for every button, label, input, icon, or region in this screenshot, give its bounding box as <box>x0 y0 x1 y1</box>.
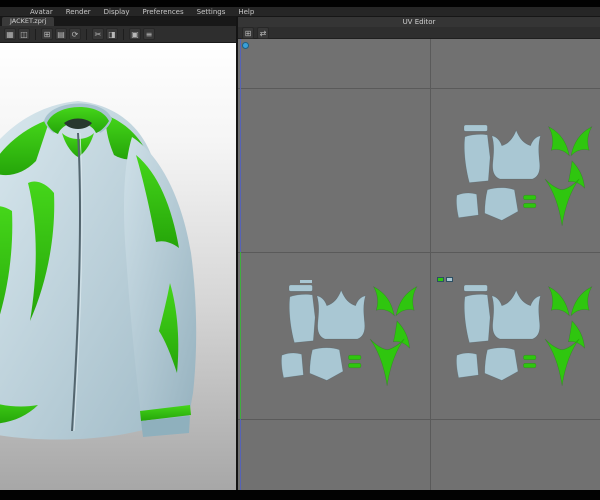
uv-toolbar: ⊞ ⇄ <box>238 26 600 39</box>
menu-bar: Avatar Render Display Preferences Settin… <box>0 7 600 17</box>
application-window: Avatar Render Display Preferences Settin… <box>0 0 600 500</box>
uv-pattern-set[interactable] <box>262 285 424 411</box>
uv-pattern-set[interactable] <box>437 285 599 411</box>
menu-render[interactable]: Render <box>66 7 91 17</box>
toolbar-separator <box>123 28 124 40</box>
green-swatch <box>437 277 444 282</box>
menu-display[interactable]: Display <box>104 7 130 17</box>
toolbar-icon-4[interactable]: ▤ <box>55 28 67 40</box>
toolbar-icon-6[interactable]: ✂ <box>92 28 104 40</box>
uv-swap-icon[interactable]: ⇄ <box>257 26 269 39</box>
left-pane: JACKET.zprj ▦ ◫ ⊞ ▤ ⟳ ✂ ◨ ▣ ≡ <box>0 17 236 490</box>
uv-gridline-h <box>238 88 600 89</box>
uv-gridline-v <box>430 39 431 490</box>
menu-avatar[interactable]: Avatar <box>30 7 53 17</box>
menu-help[interactable]: Help <box>238 7 254 17</box>
uv-pattern-set[interactable] <box>437 125 599 251</box>
window-bottom-strip <box>0 490 600 500</box>
document-tab-bar: JACKET.zprj <box>0 17 236 26</box>
uv-canvas[interactable] <box>238 39 600 490</box>
toolbar-icon-7[interactable]: ◨ <box>106 28 118 40</box>
toolbar-icon-9[interactable]: ≡ <box>143 28 155 40</box>
uv-gridline-h <box>238 419 600 420</box>
toolbar-icon-1[interactable]: ▦ <box>4 28 16 40</box>
3d-viewport[interactable] <box>0 43 236 490</box>
toolbar-icon-5[interactable]: ⟳ <box>69 28 81 40</box>
uv-small-piece <box>300 280 312 283</box>
toolbar-separator <box>86 28 87 40</box>
toolbar-icon-2[interactable]: ◫ <box>18 28 30 40</box>
main-toolbar: ▦ ◫ ⊞ ▤ ⟳ ✂ ◨ ▣ ≡ <box>0 26 236 43</box>
jacket-3d-model <box>0 101 197 440</box>
menu-settings[interactable]: Settings <box>197 7 226 17</box>
uv-selection-swatches <box>437 277 453 282</box>
blue-swatch <box>446 277 453 282</box>
uv-origin-marker <box>242 42 249 49</box>
menu-preferences[interactable]: Preferences <box>142 7 183 17</box>
uv-gridline-h <box>238 252 600 253</box>
uv-grid-icon[interactable]: ⊞ <box>242 26 254 39</box>
uv-editor-pane: UV Editor ⊞ ⇄ <box>238 17 600 490</box>
toolbar-icon-8[interactable]: ▣ <box>129 28 141 40</box>
uv-boundary-green <box>240 252 241 419</box>
document-tab[interactable]: JACKET.zprj <box>2 17 55 26</box>
toolbar-icon-3[interactable]: ⊞ <box>41 28 53 40</box>
toolbar-separator <box>35 28 36 40</box>
